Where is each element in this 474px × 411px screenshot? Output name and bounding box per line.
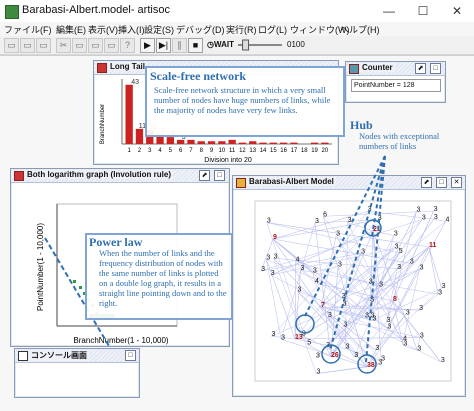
hub-pointer-line <box>371 155 386 237</box>
console-window-icon <box>18 351 28 361</box>
hub-pointer-line <box>365 155 386 363</box>
console-window: コンソール画面 □ <box>14 348 140 398</box>
hub-pointer-line <box>329 155 386 351</box>
console-maximize-icon[interactable]: □ <box>125 350 136 361</box>
console-title: コンソール画面 <box>29 350 89 361</box>
hub-pointer-line <box>303 155 386 319</box>
console-output <box>17 364 135 394</box>
console-titlebar[interactable]: コンソール画面 □ <box>15 349 139 363</box>
